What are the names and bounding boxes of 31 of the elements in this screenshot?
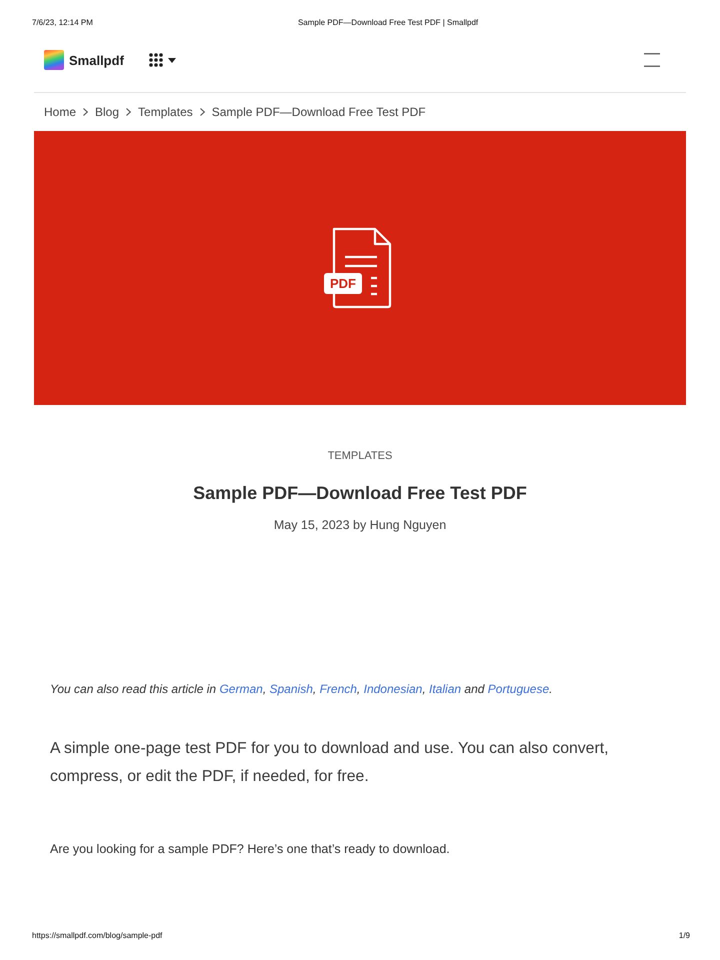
language-note: You can also read this article in German, Spanish, French, Indonesian, Italian and Portuguese. (50, 681, 554, 697)
language-link[interactable]: French (320, 682, 357, 696)
apps-menu-button[interactable] (148, 53, 176, 67)
article-title: Sample PDF—Download Free Test PDF (193, 482, 527, 505)
caret-icon (168, 58, 176, 62)
language-link[interactable]: German (219, 682, 263, 696)
logo-link[interactable]: Smallpdf (44, 50, 124, 70)
language-link[interactable]: Portuguese (488, 682, 550, 696)
chevron-icon (200, 108, 205, 116)
breadcrumb-link[interactable]: Sample PDF—Download Free Test PDF (212, 105, 426, 119)
document-icon (331, 226, 393, 310)
article-category: TEMPLATES (328, 449, 392, 463)
menu-icon[interactable] (644, 53, 660, 67)
chevron-icon (83, 108, 88, 116)
print-page-number: 1/9 (678, 931, 690, 940)
print-page-title: Sample PDF—Download Free Test PDF | Smallpdf (298, 18, 478, 27)
chevron-icon (126, 108, 132, 116)
pdf-label: PDF (324, 273, 362, 294)
article-byline: May 15, 2023 by Hung Nguyen (274, 517, 446, 533)
print-datetime: 7/6/23, 12:14 PM (32, 18, 93, 27)
logo-icon (44, 50, 64, 70)
breadcrumb-link[interactable]: Home (44, 105, 76, 119)
language-link[interactable]: Spanish (270, 682, 313, 696)
breadcrumb-link[interactable]: Blog (95, 105, 120, 119)
body-paragraph: Are you looking for a sample PDF? Here’s one that’s ready to download. (50, 841, 451, 857)
lead-paragraph: A simple one-page test PDF for you to download and use. You can also convert, compress, or edit the PDF, if needed, for free. (50, 739, 610, 787)
grid-icon (148, 53, 163, 67)
print-url: https://smallpdf.com/blog/sample-pdf (32, 931, 162, 940)
breadcrumb-link[interactable]: Templates (138, 105, 193, 119)
language-link[interactable]: Indonesian (364, 682, 422, 696)
language-link[interactable]: Italian (429, 682, 462, 696)
